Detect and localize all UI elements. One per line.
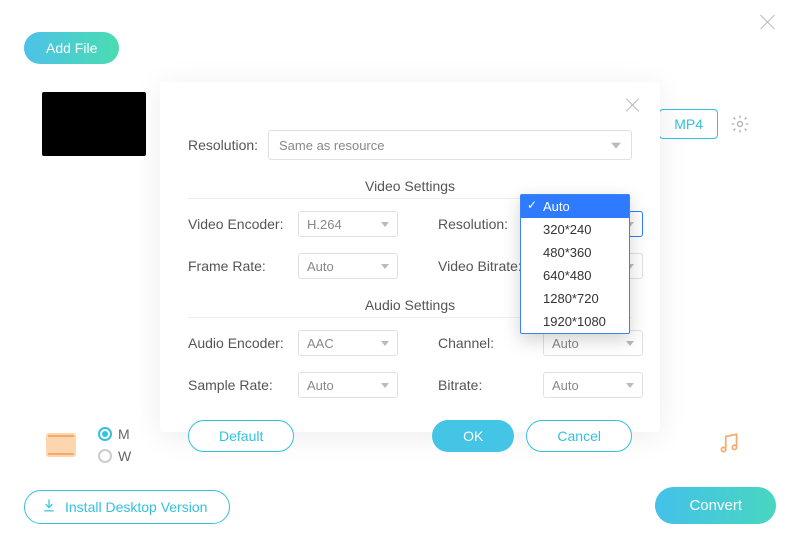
resolution-option[interactable]: 320*240 (521, 218, 629, 241)
profile-resolution-label: Resolution: (188, 137, 268, 153)
radio-label: M (118, 426, 130, 442)
film-icon (46, 433, 76, 457)
channel-value: Auto (552, 336, 579, 351)
resolution-option[interactable]: 1280*720 (521, 287, 629, 310)
profile-resolution-select[interactable]: Same as resource (268, 130, 632, 160)
sample-rate-value: Auto (307, 378, 334, 393)
chevron-down-icon (611, 143, 621, 149)
radio-icon (98, 449, 112, 463)
format-radio-2[interactable]: W (98, 448, 131, 464)
channel-label: Channel: (438, 335, 543, 351)
sample-rate-label: Sample Rate: (188, 377, 298, 393)
audio-settings-grid: Audio Encoder: AAC Channel: Auto Sample … (188, 330, 632, 398)
audio-encoder-select[interactable]: AAC (298, 330, 398, 356)
cancel-button[interactable]: Cancel (526, 420, 632, 452)
profile-resolution-row: Resolution: Same as resource (188, 130, 632, 160)
chevron-down-icon (381, 341, 389, 346)
chevron-down-icon (381, 383, 389, 388)
install-desktop-label: Install Desktop Version (65, 499, 207, 515)
video-encoder-label: Video Encoder: (188, 216, 298, 232)
sample-rate-select[interactable]: Auto (298, 372, 398, 398)
app-close-icon[interactable] (756, 10, 780, 34)
file-thumbnail[interactable] (42, 92, 146, 156)
format-radio-group: M W (98, 426, 131, 464)
default-button[interactable]: Default (188, 420, 294, 452)
format-radio-1[interactable]: M (98, 426, 131, 442)
frame-rate-label: Frame Rate: (188, 258, 298, 274)
output-format-button[interactable]: MP4 (659, 109, 718, 139)
audio-bitrate-value: Auto (552, 378, 579, 393)
profile-resolution-value: Same as resource (279, 138, 385, 153)
chevron-down-icon (626, 341, 634, 346)
dialog-button-row: Default OK Cancel (188, 420, 632, 452)
download-icon (41, 498, 57, 517)
music-icon (716, 430, 742, 461)
resolution-option[interactable]: Auto (521, 195, 629, 218)
audio-bitrate-select[interactable]: Auto (543, 372, 643, 398)
video-settings-title: Video Settings (188, 178, 632, 194)
frame-rate-select[interactable]: Auto (298, 253, 398, 279)
close-icon[interactable] (624, 96, 642, 114)
resolution-option[interactable]: 480*360 (521, 241, 629, 264)
audio-encoder-value: AAC (307, 336, 334, 351)
gear-icon[interactable] (730, 114, 750, 134)
ok-button[interactable]: OK (432, 420, 514, 452)
resolution-option[interactable]: 1920*1080 (521, 310, 629, 333)
video-encoder-value: H.264 (307, 217, 342, 232)
resolution-dropdown-list[interactable]: Auto 320*240 480*360 640*480 1280*720 19… (520, 194, 630, 334)
radio-icon (98, 427, 112, 441)
convert-button[interactable]: Convert (655, 487, 776, 524)
radio-label: W (118, 448, 131, 464)
resolution-option[interactable]: 640*480 (521, 264, 629, 287)
audio-bitrate-label: Bitrate: (438, 377, 543, 393)
chevron-down-icon (381, 264, 389, 269)
chevron-down-icon (626, 383, 634, 388)
frame-rate-value: Auto (307, 259, 334, 274)
add-file-button[interactable]: Add File (24, 32, 119, 64)
video-encoder-select[interactable]: H.264 (298, 211, 398, 237)
install-desktop-button[interactable]: Install Desktop Version (24, 490, 230, 524)
chevron-down-icon (381, 222, 389, 227)
audio-encoder-label: Audio Encoder: (188, 335, 298, 351)
